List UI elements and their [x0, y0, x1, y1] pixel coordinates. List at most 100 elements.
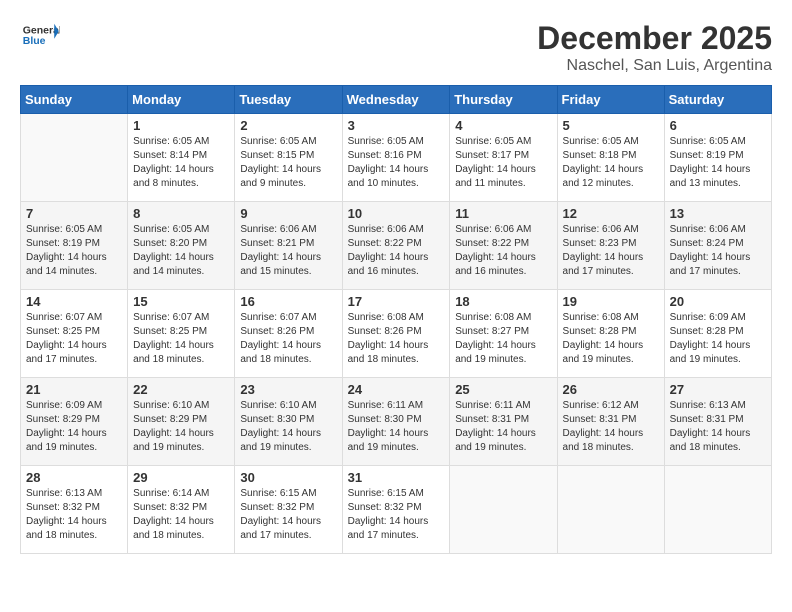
calendar-day-header: Monday [128, 86, 235, 114]
day-number: 21 [26, 382, 122, 397]
calendar-cell: 4Sunrise: 6:05 AM Sunset: 8:17 PM Daylig… [450, 114, 557, 202]
day-number: 19 [563, 294, 659, 309]
calendar-cell [21, 114, 128, 202]
day-number: 15 [133, 294, 229, 309]
day-number: 16 [240, 294, 336, 309]
calendar-cell: 21 Sunrise: 6:09 AM Sunset: 8:29 PM Dayli… [21, 378, 128, 466]
calendar-week-row: 28 Sunrise: 6:13 AM Sunset: 8:32 PM Dayli… [21, 466, 772, 554]
day-number: 27 [670, 382, 766, 397]
day-info: Sunrise: 6:06 AM Sunset: 8:23 PM Dayligh… [563, 223, 659, 279]
calendar-cell [664, 466, 771, 554]
day-info: Sunrise: 6:10 AM Sunset: 8:30 PM Dayligh… [240, 399, 336, 455]
day-info: Sunrise: 6:05 AM Sunset: 8:18 PM Dayligh… [563, 135, 659, 191]
calendar-cell: 13 Sunrise: 6:06 AM Sunset: 8:24 PM Dayli… [664, 202, 771, 290]
month-title: December 2025 [537, 20, 772, 57]
day-number: 3 [348, 118, 445, 133]
day-number: 14 [26, 294, 122, 309]
calendar-cell: 23 Sunrise: 6:10 AM Sunset: 8:30 PM Dayli… [235, 378, 342, 466]
day-info: Sunrise: 6:12 AM Sunset: 8:31 PM Dayligh… [563, 399, 659, 455]
day-info: Sunrise: 6:13 AM Sunset: 8:31 PM Dayligh… [670, 399, 766, 455]
day-info: Sunrise: 6:06 AM Sunset: 8:22 PM Dayligh… [455, 223, 551, 279]
calendar-day-header: Thursday [450, 86, 557, 114]
day-number: 25 [455, 382, 551, 397]
calendar-cell: 16 Sunrise: 6:07 AM Sunset: 8:26 PM Dayli… [235, 290, 342, 378]
calendar-cell: 1 Sunrise: 6:05 AM Sunset: 8:14 PM Daylig… [128, 114, 235, 202]
calendar-cell: 10 Sunrise: 6:06 AM Sunset: 8:22 PM Dayli… [342, 202, 450, 290]
day-info: Sunrise: 6:07 AM Sunset: 8:25 PM Dayligh… [26, 311, 122, 367]
day-info: Sunrise: 6:14 AM Sunset: 8:32 PM Dayligh… [133, 487, 229, 543]
day-number: 13 [670, 206, 766, 221]
day-info: Sunrise: 6:05 AM Sunset: 8:14 PM Dayligh… [133, 135, 229, 191]
calendar-week-row: 21 Sunrise: 6:09 AM Sunset: 8:29 PM Dayli… [21, 378, 772, 466]
calendar-day-header: Sunday [21, 86, 128, 114]
day-info: Sunrise: 6:08 AM Sunset: 8:28 PM Dayligh… [563, 311, 659, 367]
calendar-cell: 18 Sunrise: 6:08 AM Sunset: 8:27 PM Dayli… [450, 290, 557, 378]
day-number: 7 [26, 206, 122, 221]
calendar-cell: 6Sunrise: 6:05 AM Sunset: 8:19 PM Daylig… [664, 114, 771, 202]
calendar-cell: 8 Sunrise: 6:05 AM Sunset: 8:20 PM Daylig… [128, 202, 235, 290]
day-info: Sunrise: 6:06 AM Sunset: 8:24 PM Dayligh… [670, 223, 766, 279]
logo-icon: General Blue [20, 20, 60, 50]
day-number: 4 [455, 118, 551, 133]
day-info: Sunrise: 6:09 AM Sunset: 8:29 PM Dayligh… [26, 399, 122, 455]
title-area: December 2025 Naschel, San Luis, Argenti… [537, 20, 772, 75]
calendar-cell: 15 Sunrise: 6:07 AM Sunset: 8:25 PM Dayli… [128, 290, 235, 378]
day-info: Sunrise: 6:08 AM Sunset: 8:27 PM Dayligh… [455, 311, 551, 367]
calendar-header-row: SundayMondayTuesdayWednesdayThursdayFrid… [21, 86, 772, 114]
calendar-cell: 29Sunrise: 6:14 AM Sunset: 8:32 PM Dayli… [128, 466, 235, 554]
day-info: Sunrise: 6:06 AM Sunset: 8:22 PM Dayligh… [348, 223, 445, 279]
day-info: Sunrise: 6:11 AM Sunset: 8:30 PM Dayligh… [348, 399, 445, 455]
calendar-cell: 28 Sunrise: 6:13 AM Sunset: 8:32 PM Dayli… [21, 466, 128, 554]
location-title: Naschel, San Luis, Argentina [537, 57, 772, 75]
day-number: 6 [670, 118, 766, 133]
day-number: 1 [133, 118, 229, 133]
day-number: 22 [133, 382, 229, 397]
day-info: Sunrise: 6:06 AM Sunset: 8:21 PM Dayligh… [240, 223, 336, 279]
day-info: Sunrise: 6:13 AM Sunset: 8:32 PM Dayligh… [26, 487, 122, 543]
day-number: 26 [563, 382, 659, 397]
calendar-cell: 30 Sunrise: 6:15 AM Sunset: 8:32 PM Dayli… [235, 466, 342, 554]
day-number: 5 [563, 118, 659, 133]
day-info: Sunrise: 6:15 AM Sunset: 8:32 PM Dayligh… [348, 487, 445, 543]
calendar-day-header: Wednesday [342, 86, 450, 114]
calendar-cell: 2Sunrise: 6:05 AM Sunset: 8:15 PM Daylig… [235, 114, 342, 202]
calendar-cell [450, 466, 557, 554]
day-number: 12 [563, 206, 659, 221]
calendar-cell: 22 Sunrise: 6:10 AM Sunset: 8:29 PM Dayli… [128, 378, 235, 466]
calendar-cell: 27 Sunrise: 6:13 AM Sunset: 8:31 PM Dayli… [664, 378, 771, 466]
day-number: 18 [455, 294, 551, 309]
day-number: 20 [670, 294, 766, 309]
day-info: Sunrise: 6:07 AM Sunset: 8:25 PM Dayligh… [133, 311, 229, 367]
day-number: 2 [240, 118, 336, 133]
day-info: Sunrise: 6:11 AM Sunset: 8:31 PM Dayligh… [455, 399, 551, 455]
calendar-cell: 26 Sunrise: 6:12 AM Sunset: 8:31 PM Dayli… [557, 378, 664, 466]
day-number: 28 [26, 470, 122, 485]
calendar-cell: 20 Sunrise: 6:09 AM Sunset: 8:28 PM Dayli… [664, 290, 771, 378]
day-info: Sunrise: 6:05 AM Sunset: 8:19 PM Dayligh… [26, 223, 122, 279]
calendar-week-row: 1 Sunrise: 6:05 AM Sunset: 8:14 PM Daylig… [21, 114, 772, 202]
calendar-cell: 14 Sunrise: 6:07 AM Sunset: 8:25 PM Dayli… [21, 290, 128, 378]
day-number: 31 [348, 470, 445, 485]
day-info: Sunrise: 6:10 AM Sunset: 8:29 PM Dayligh… [133, 399, 229, 455]
calendar-cell [557, 466, 664, 554]
calendar-cell: 24 Sunrise: 6:11 AM Sunset: 8:30 PM Dayli… [342, 378, 450, 466]
day-info: Sunrise: 6:15 AM Sunset: 8:32 PM Dayligh… [240, 487, 336, 543]
calendar-cell: 3Sunrise: 6:05 AM Sunset: 8:16 PM Daylig… [342, 114, 450, 202]
day-number: 9 [240, 206, 336, 221]
calendar-cell: 25 Sunrise: 6:11 AM Sunset: 8:31 PM Dayli… [450, 378, 557, 466]
day-info: Sunrise: 6:07 AM Sunset: 8:26 PM Dayligh… [240, 311, 336, 367]
day-number: 30 [240, 470, 336, 485]
logo: General Blue [20, 20, 60, 50]
day-info: Sunrise: 6:05 AM Sunset: 8:20 PM Dayligh… [133, 223, 229, 279]
day-number: 24 [348, 382, 445, 397]
day-number: 10 [348, 206, 445, 221]
day-number: 11 [455, 206, 551, 221]
svg-text:Blue: Blue [23, 35, 46, 47]
calendar-cell: 7 Sunrise: 6:05 AM Sunset: 8:19 PM Daylig… [21, 202, 128, 290]
page-header: General Blue December 2025 Naschel, San … [20, 20, 772, 75]
day-number: 8 [133, 206, 229, 221]
calendar-cell: 12 Sunrise: 6:06 AM Sunset: 8:23 PM Dayli… [557, 202, 664, 290]
day-info: Sunrise: 6:09 AM Sunset: 8:28 PM Dayligh… [670, 311, 766, 367]
day-number: 23 [240, 382, 336, 397]
calendar-table: SundayMondayTuesdayWednesdayThursdayFrid… [20, 85, 772, 554]
